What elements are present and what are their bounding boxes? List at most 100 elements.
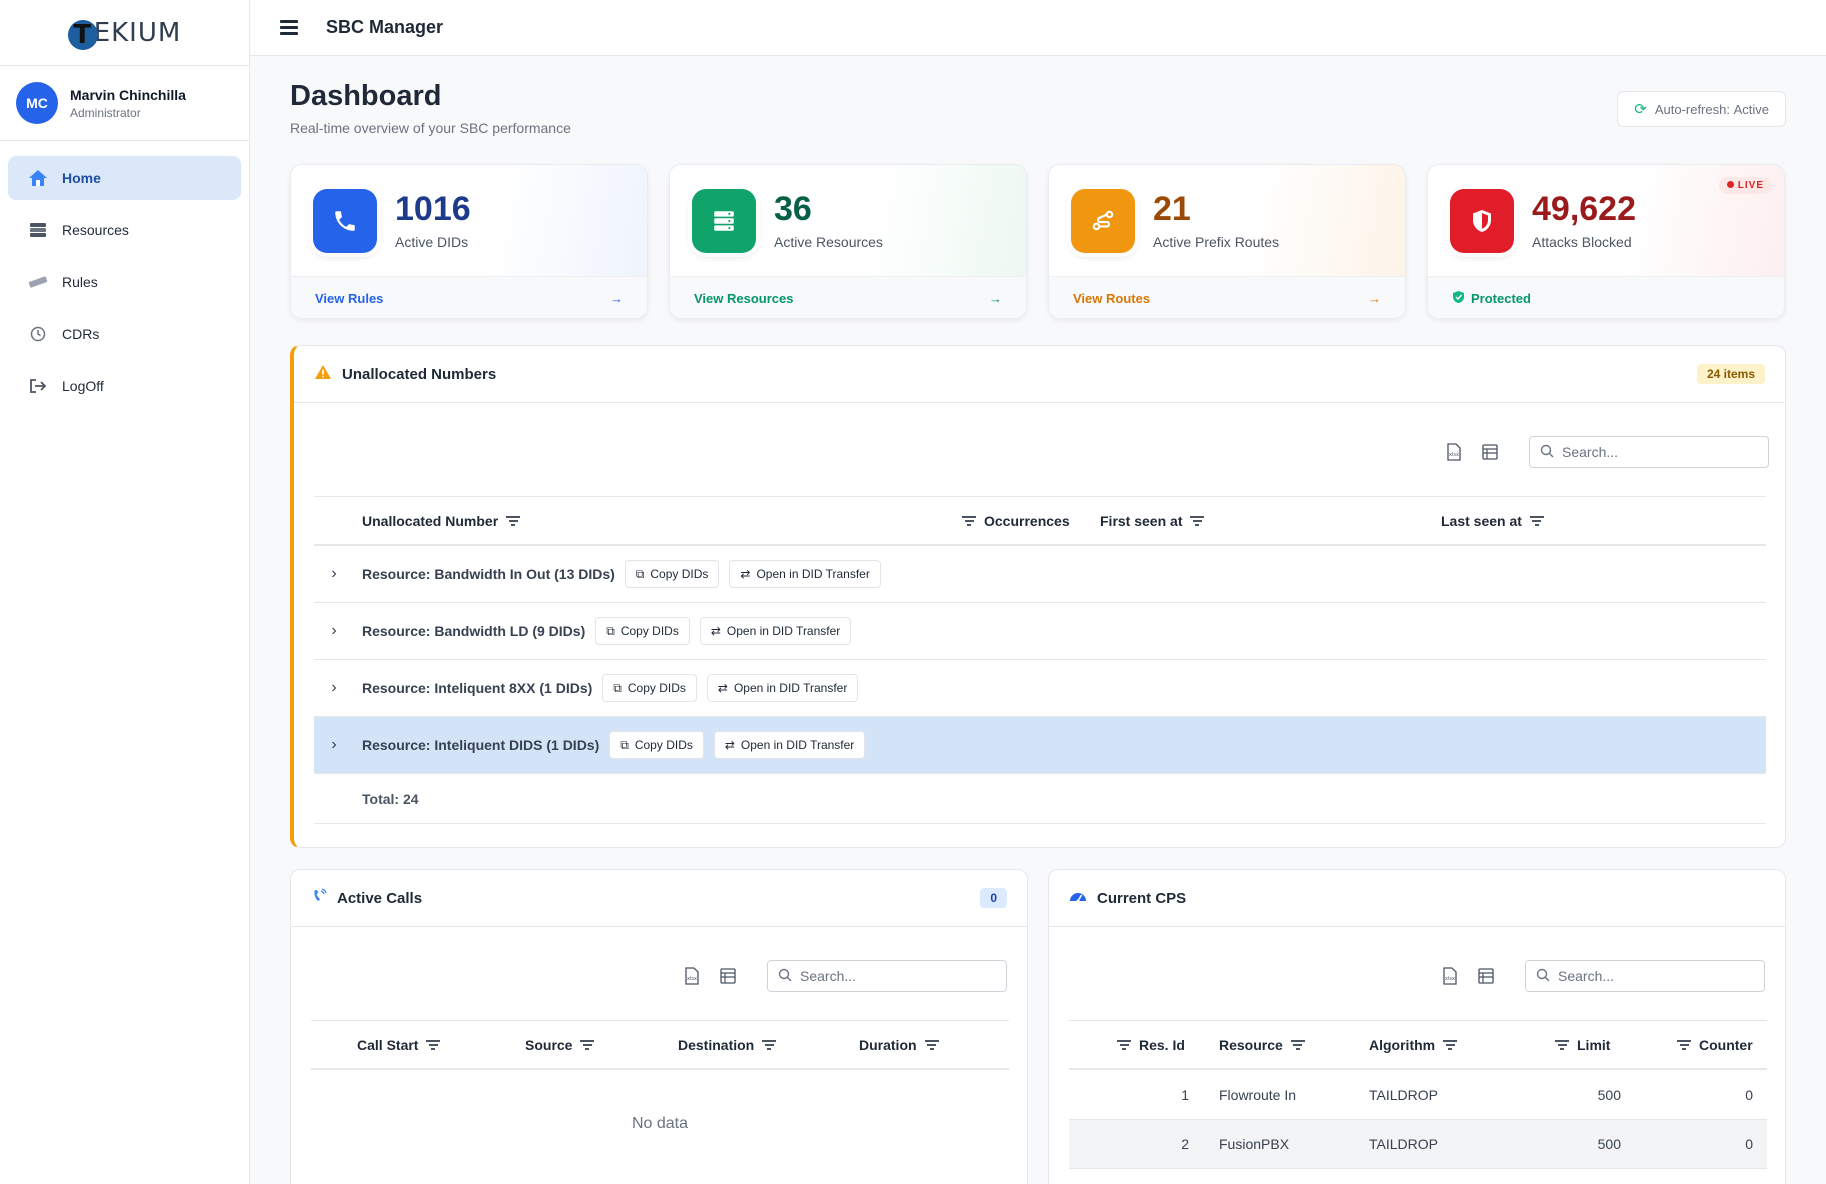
unallocated-numbers-panel: Unallocated Numbers 24 items xlsx Search…	[290, 345, 1786, 848]
auto-refresh-label: Auto-refresh:	[1654, 101, 1730, 117]
sidebar-item-resources[interactable]: Resources	[8, 208, 241, 252]
column-header-limit[interactable]: Limit	[1547, 1021, 1610, 1069]
export-xlsx-icon[interactable]: xlsx	[1443, 441, 1465, 463]
column-header-occurrences[interactable]: Occurrences	[954, 497, 1070, 545]
search-input[interactable]: Search...	[1529, 436, 1769, 468]
export-xlsx-icon[interactable]: xlsx	[681, 965, 703, 987]
copy-icon: ⧉	[635, 566, 645, 581]
arrow-right-icon: →	[989, 291, 1002, 306]
filter-icon[interactable]	[1190, 514, 1205, 529]
sidebar-item-rules[interactable]: Rules	[8, 260, 241, 304]
view-resources-link[interactable]: View Resources →	[670, 276, 1026, 318]
open-did-transfer-button[interactable]: ⇄ Open in DID Transfer	[729, 560, 881, 588]
hamburger-menu-icon[interactable]	[280, 17, 298, 38]
panel-title: Active Calls	[337, 889, 423, 907]
user-profile: MC Marvin Chinchilla Administrator	[0, 66, 249, 141]
server-icon	[692, 188, 756, 253]
cell-counter: 0	[1745, 1087, 1753, 1103]
column-header-first-seen[interactable]: First seen at	[1100, 497, 1212, 545]
refresh-icon: ⟳	[1634, 101, 1647, 118]
calls-count-badge: 0	[980, 888, 1007, 908]
total-count: Total: 24	[362, 790, 419, 807]
view-routes-link[interactable]: View Routes →	[1049, 276, 1405, 318]
column-header-algorithm[interactable]: Algorithm	[1369, 1021, 1465, 1069]
filter-icon[interactable]	[426, 1038, 441, 1053]
sidebar-item-logoff[interactable]: LogOff	[8, 364, 241, 408]
column-header-duration[interactable]: Duration	[859, 1021, 947, 1069]
table-group-row[interactable]: › Resource: Bandwidth In Out (13 DIDs) ⧉…	[314, 546, 1766, 603]
open-did-transfer-button[interactable]: ⇄ Open in DID Transfer	[699, 617, 852, 645]
open-did-transfer-button[interactable]: ⇄ Open in DID Transfer	[713, 731, 866, 759]
sidebar-item-label: Rules	[62, 274, 98, 290]
filter-icon[interactable]	[762, 1038, 777, 1053]
sidebar-item-home[interactable]: Home	[8, 156, 241, 200]
search-input[interactable]: Search...	[1525, 960, 1765, 992]
auto-refresh-button[interactable]: ⟳ Auto-refresh: Active	[1617, 91, 1786, 127]
filter-icon[interactable]	[580, 1038, 595, 1053]
column-chooser-icon[interactable]	[1475, 965, 1497, 987]
table-row[interactable]: 2 FusionPBX TAILDROP 500 0	[1069, 1120, 1767, 1169]
chevron-right-icon[interactable]: ›	[322, 565, 346, 583]
cell-algorithm: TAILDROP	[1369, 1136, 1438, 1152]
column-header-destination[interactable]: Destination	[678, 1021, 784, 1069]
filter-icon[interactable]	[1677, 1038, 1691, 1053]
phone-icon	[313, 188, 377, 253]
transfer-icon: ⇄	[724, 738, 735, 752]
stat-value: 49,622	[1532, 189, 1636, 228]
protected-status: Protected	[1428, 276, 1784, 318]
table-group-row[interactable]: › Resource: Inteliquent 8XX (1 DIDs) ⧉ Co…	[314, 660, 1766, 717]
filter-icon[interactable]	[1290, 1038, 1305, 1053]
column-header-source[interactable]: Source	[525, 1021, 602, 1069]
filter-icon[interactable]	[1443, 1038, 1458, 1053]
chevron-right-icon[interactable]: ›	[322, 736, 346, 754]
table-group-row-selected[interactable]: › Resource: Inteliquent DIDS (1 DIDs) ⧉ C…	[314, 717, 1766, 774]
stat-value: 36	[774, 189, 812, 228]
filter-icon[interactable]	[506, 514, 521, 529]
filter-icon[interactable]	[924, 1038, 939, 1053]
user-role: Administrator	[70, 105, 141, 120]
brand-logo-initial: T	[67, 19, 98, 50]
filter-icon[interactable]	[962, 514, 976, 529]
panel-title: Current CPS	[1097, 889, 1187, 907]
brand-logo-text: EKIUM	[93, 17, 182, 48]
column-chooser-icon[interactable]	[1479, 441, 1501, 463]
items-count-badge: 24 items	[1696, 364, 1765, 384]
column-header-last-seen[interactable]: Last seen at	[1441, 497, 1552, 545]
phone-call-icon	[311, 887, 327, 909]
svg-text:xlsx: xlsx	[1449, 452, 1459, 458]
table-row[interactable]: 1 Flowroute In TAILDROP 500 0	[1069, 1071, 1767, 1120]
table-header: Unallocated Number Occurrences First see…	[314, 496, 1766, 546]
search-placeholder: Search...	[1562, 444, 1619, 460]
filter-icon[interactable]	[1117, 1038, 1131, 1053]
cell-resource: FusionPBX	[1219, 1136, 1290, 1152]
sidebar-item-cdrs[interactable]: CDRs	[8, 312, 241, 356]
svg-text:xlsx: xlsx	[1445, 976, 1455, 982]
live-badge: LIVE	[1718, 177, 1772, 194]
open-did-transfer-button[interactable]: ⇄ Open in DID Transfer	[706, 674, 859, 702]
ruler-icon	[26, 272, 50, 292]
column-chooser-icon[interactable]	[717, 965, 739, 987]
column-header-res-id[interactable]: Res. Id	[1109, 1021, 1185, 1069]
column-header-counter[interactable]: Counter	[1669, 1021, 1753, 1069]
copy-dids-button[interactable]: ⧉ Copy DIDs	[624, 560, 720, 588]
view-rules-link[interactable]: View Rules →	[291, 276, 647, 318]
logo[interactable]: TEKIUM	[0, 0, 249, 66]
filter-icon[interactable]	[1529, 514, 1544, 529]
column-header-call-start[interactable]: Call Start	[357, 1021, 448, 1069]
export-xlsx-icon[interactable]: xlsx	[1439, 965, 1461, 987]
copy-dids-button[interactable]: ⧉ Copy DIDs	[602, 674, 697, 702]
stat-label: Attacks Blocked	[1532, 233, 1632, 250]
home-icon	[26, 168, 50, 188]
copy-dids-button[interactable]: ⧉ Copy DIDs	[609, 731, 704, 759]
table-group-row[interactable]: › Resource: Bandwidth LD (9 DIDs) ⧉ Copy …	[314, 603, 1766, 660]
filter-icon[interactable]	[1555, 1038, 1569, 1053]
current-cps-panel: Current CPS xlsx Search... Res. Id Resou…	[1048, 869, 1786, 1184]
chevron-right-icon[interactable]: ›	[322, 679, 346, 697]
column-header-resource[interactable]: Resource	[1219, 1021, 1313, 1069]
search-input[interactable]: Search...	[767, 960, 1007, 992]
topbar: SBC Manager	[250, 0, 1826, 56]
chevron-right-icon[interactable]: ›	[322, 622, 346, 640]
column-header-unallocated-number[interactable]: Unallocated Number	[362, 497, 528, 545]
cell-res-id: 2	[1181, 1136, 1189, 1152]
copy-dids-button[interactable]: ⧉ Copy DIDs	[595, 617, 690, 645]
